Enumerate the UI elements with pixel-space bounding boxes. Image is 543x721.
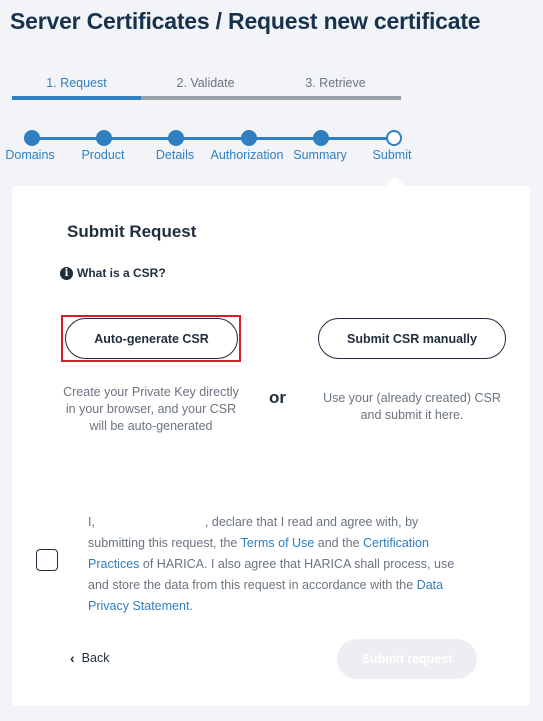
step-authorization-label[interactable]: Authorization bbox=[211, 148, 284, 162]
manual-description: Use your (already created) CSR and submi… bbox=[323, 391, 501, 422]
step-domains-dot[interactable] bbox=[24, 130, 40, 146]
tab-retrieve[interactable]: 3. Retrieve bbox=[271, 76, 400, 94]
agreement-part4: of HARICA. I also agree that HARICA shal… bbox=[88, 557, 455, 592]
terms-of-use-link[interactable]: Terms of Use bbox=[241, 536, 315, 550]
tab-validate[interactable]: 2. Validate bbox=[141, 76, 270, 94]
progress-tabs: 1. Request 2. Validate 3. Retrieve bbox=[12, 76, 401, 100]
submit-csr-manually-button[interactable]: Submit CSR manually bbox=[318, 318, 506, 359]
step-details-label[interactable]: Details bbox=[156, 148, 194, 162]
chevron-left-icon: ‹ bbox=[70, 650, 75, 666]
info-circle-icon: i bbox=[60, 266, 73, 280]
step-summary-label[interactable]: Summary bbox=[293, 148, 346, 162]
step-product-dot[interactable] bbox=[96, 130, 112, 146]
step-submit-dot bbox=[386, 130, 402, 146]
step-submit-label: Submit bbox=[372, 148, 412, 162]
auto-generate-csr-button[interactable]: Auto-generate CSR bbox=[65, 318, 238, 359]
step-domains-label[interactable]: Domains bbox=[5, 148, 54, 162]
page-title: Server Certificates / Request new certif… bbox=[10, 8, 481, 34]
auto-generate-description: Create your Private Key directly in your… bbox=[63, 385, 239, 433]
submit-request-button[interactable]: Submit request bbox=[337, 639, 477, 679]
what-is-csr-label: What is a CSR? bbox=[77, 266, 166, 280]
agreement-text: I,, declare that I read and agree with, … bbox=[88, 512, 478, 617]
tab-track bbox=[141, 96, 401, 100]
submit-request-card bbox=[12, 186, 530, 706]
agreement-part1: I, bbox=[88, 515, 95, 529]
agreement-part5: . bbox=[189, 599, 193, 613]
or-separator: or bbox=[269, 388, 286, 407]
agreement-checkbox[interactable] bbox=[36, 549, 58, 571]
tab-request[interactable]: 1. Request bbox=[12, 76, 141, 94]
agreement-part3: and the bbox=[317, 536, 360, 550]
stepper-line bbox=[32, 137, 394, 140]
active-tab-indicator bbox=[12, 96, 141, 100]
back-label: Back bbox=[81, 651, 110, 665]
section-heading: Submit Request bbox=[67, 222, 197, 241]
step-authorization-dot[interactable] bbox=[241, 130, 257, 146]
request-stepper: Domains Product Details Authorization Su… bbox=[0, 126, 420, 166]
back-button[interactable]: ‹ Back bbox=[70, 650, 109, 666]
what-is-csr-link[interactable]: i What is a CSR? bbox=[60, 266, 166, 280]
step-details-dot[interactable] bbox=[168, 130, 184, 146]
step-summary-dot[interactable] bbox=[313, 130, 329, 146]
step-product-label[interactable]: Product bbox=[81, 148, 124, 162]
